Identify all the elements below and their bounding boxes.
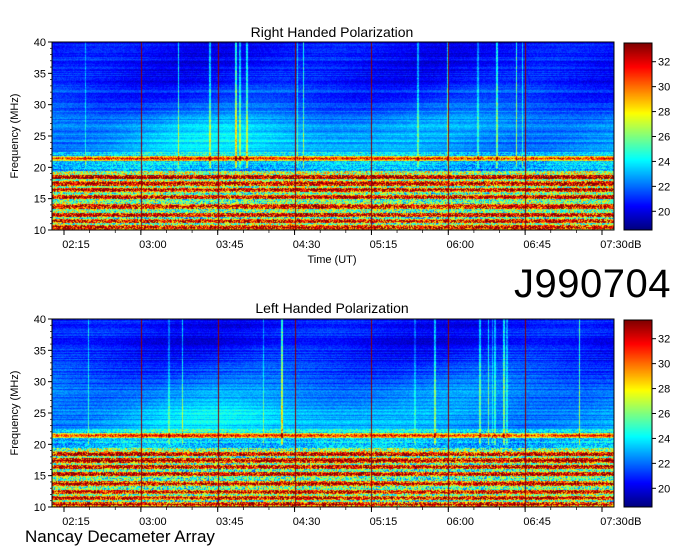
y-tick-label: 10 <box>34 502 46 514</box>
colorbar-gradient <box>624 320 652 507</box>
colorbar-tick-label: 22 <box>658 181 670 193</box>
x-axis: 02:15 03:00 03:45 04:30 05:15 06:00 06:45 07:30 <box>62 507 628 528</box>
x-tick-label: 03:00 <box>139 239 167 251</box>
spectrogram-image <box>52 42 614 230</box>
colorbar-tick-label: 20 <box>658 483 670 495</box>
colorbar: 20 22 24 26 28 30 32 dB <box>623 42 670 251</box>
colorbar-tick-label: 24 <box>658 156 670 168</box>
x-tick-label: 06:00 <box>447 239 475 251</box>
colorbar-tick-label: 28 <box>658 384 670 396</box>
x-tick-label: 03:45 <box>216 516 244 528</box>
colorbar-tick-label: 22 <box>658 458 670 470</box>
colorbar-tick-label: 32 <box>658 57 670 69</box>
colorbar-tick-label: 26 <box>658 409 670 421</box>
y-tick-label: 10 <box>34 225 46 237</box>
y-axis: 10 15 20 25 30 35 40 <box>34 314 52 514</box>
heatmap-cells <box>52 319 614 507</box>
x-tick-label: 07:30 <box>600 516 628 528</box>
colorbar-tick-label: 24 <box>658 433 670 445</box>
y-axis: 10 15 20 25 30 35 40 <box>34 37 52 237</box>
panel-right-polarization: Right Handed Polarization 10 15 20 25 30 35 40… <box>9 24 670 266</box>
colorbar-tick-label: 30 <box>658 82 670 94</box>
y-axis-label: Frequency (MHz) <box>9 94 21 179</box>
panel-title: Right Handed Polarization <box>251 24 414 40</box>
colorbar-tick-label: 26 <box>658 132 670 144</box>
x-tick-label: 05:15 <box>370 516 398 528</box>
y-tick-label: 40 <box>34 314 46 326</box>
colorbar-tick-label: 28 <box>658 107 670 119</box>
colorbar-label: dB <box>628 239 641 251</box>
colorbar-tick-label: 30 <box>658 359 670 371</box>
y-tick-label: 20 <box>34 162 46 174</box>
x-tick-label: 03:45 <box>216 239 244 251</box>
y-tick-label: 35 <box>34 345 46 357</box>
colorbar: 20 22 24 26 28 30 32 dB <box>623 319 670 528</box>
x-tick-label: 06:45 <box>523 239 551 251</box>
colorbar-axis: 20 22 24 26 28 30 32 <box>652 57 670 218</box>
x-tick-label: 06:45 <box>523 516 551 528</box>
y-tick-label: 15 <box>34 471 46 483</box>
colorbar-tick-label: 32 <box>658 334 670 346</box>
colorbar-label: dB <box>628 516 641 528</box>
x-axis: 02:15 03:00 03:45 04:30 05:15 06:00 06:45 07:30 <box>62 230 628 251</box>
x-tick-label: 04:30 <box>293 516 321 528</box>
panel-left-polarization: Left Handed Polarization 10152025303540 … <box>9 300 670 528</box>
y-tick-label: 25 <box>34 131 46 143</box>
y-tick-label: 15 <box>34 194 46 206</box>
x-tick-label: 04:30 <box>293 239 321 251</box>
instrument-credit: Nancay Decameter Array <box>25 527 215 546</box>
heatmap-cells <box>52 42 614 230</box>
y-axis-label: Frequency (MHz) <box>9 371 21 456</box>
y-tick-label: 40 <box>34 37 46 49</box>
y-tick-label: 30 <box>34 100 46 112</box>
x-tick-label: 02:15 <box>62 239 90 251</box>
y-tick-label: 20 <box>34 439 46 451</box>
y-tick-label: 30 <box>34 377 46 389</box>
panel-title: Left Handed Polarization <box>255 300 408 316</box>
spectrogram-image <box>52 319 614 507</box>
x-tick-label: 06:00 <box>447 516 475 528</box>
colorbar-axis: 20 22 24 26 28 30 32 <box>652 334 670 495</box>
x-tick-label: 07:30 <box>600 239 628 251</box>
colorbar-tick-label: 20 <box>658 206 670 218</box>
x-axis-label: Time (UT) <box>307 254 356 266</box>
y-tick-label: 25 <box>34 408 46 420</box>
colorbar-gradient <box>624 43 652 230</box>
x-tick-label: 05:15 <box>370 239 398 251</box>
observation-id: J990704 <box>514 262 671 306</box>
y-tick-label: 35 <box>34 68 46 80</box>
